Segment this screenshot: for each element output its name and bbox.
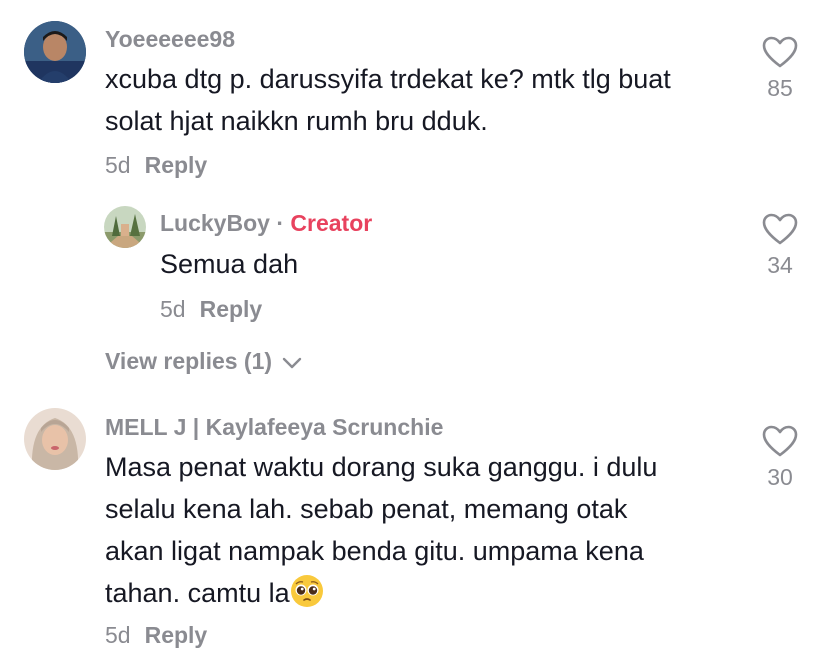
comment-age: 5d [105,152,131,178]
comment-text-line: solat hjat naikkn rumh bru dduk. [105,106,488,136]
reply-item: LuckyBoy · Creator Semua dah 5d Reply 34 [0,190,828,335]
comment-text: xcuba dtg p. darussyifa trdekat ke? mtk … [105,58,671,142]
comment-meta: 5d Reply [105,622,207,649]
comment-text-line: selalu kena lah. sebab penat, memang ota… [105,494,628,524]
comment-text-line-last: tahan. camtu la [105,572,657,614]
view-replies-label: View replies (1) [105,348,273,374]
comment-text-line: Masa penat waktu dorang suka ganggu. i d… [105,452,658,482]
comment-username[interactable]: Yoeeeeee98 [105,26,235,53]
like-button[interactable]: 34 [755,213,805,279]
like-count: 34 [767,252,793,278]
comment-username[interactable]: MELL J | Kaylafeeya Scrunchie [105,414,443,441]
heart-outline-icon[interactable] [762,36,798,69]
reply-button[interactable]: Reply [200,296,263,322]
separator: · [276,210,284,236]
comment-age: 5d [105,622,131,648]
like-button[interactable]: 85 [755,36,805,102]
comment-text: Masa penat waktu dorang suka ganggu. i d… [105,446,657,614]
chevron-down-icon [283,357,302,369]
reply-age: 5d [160,296,186,322]
avatar[interactable] [104,206,146,248]
reply-button[interactable]: Reply [145,622,208,648]
reply-button[interactable]: Reply [145,152,208,178]
view-replies-button[interactable]: View replies (1) [105,348,302,375]
creator-badge: Creator [290,210,373,236]
heart-outline-icon[interactable] [762,213,798,246]
reply-text: Semua dah [160,249,299,279]
like-count: 85 [767,75,793,101]
comment-text-line: tahan. camtu la [105,578,290,608]
reply-meta: 5d Reply [160,296,262,323]
comment-item: MELL J | Kaylafeeya Scrunchie Masa penat… [0,395,828,657]
comment-text-line: akan ligat nampak benda gitu. umpama ken… [105,536,644,566]
comment-item: Yoeeeeee98 xcuba dtg p. darussyifa trdek… [0,0,828,190]
comment-text-line: xcuba dtg p. darussyifa trdekat ke? mtk … [105,64,671,94]
heart-outline-icon[interactable] [762,425,798,458]
reply-header: LuckyBoy · Creator [160,210,372,237]
avatar[interactable] [24,21,86,83]
comment-meta: 5d Reply [105,152,207,179]
reply-username[interactable]: LuckyBoy [160,210,270,236]
pleading-face-emoji [290,575,323,607]
like-count: 30 [767,464,793,490]
like-button[interactable]: 30 [755,425,805,491]
avatar[interactable] [24,408,86,470]
